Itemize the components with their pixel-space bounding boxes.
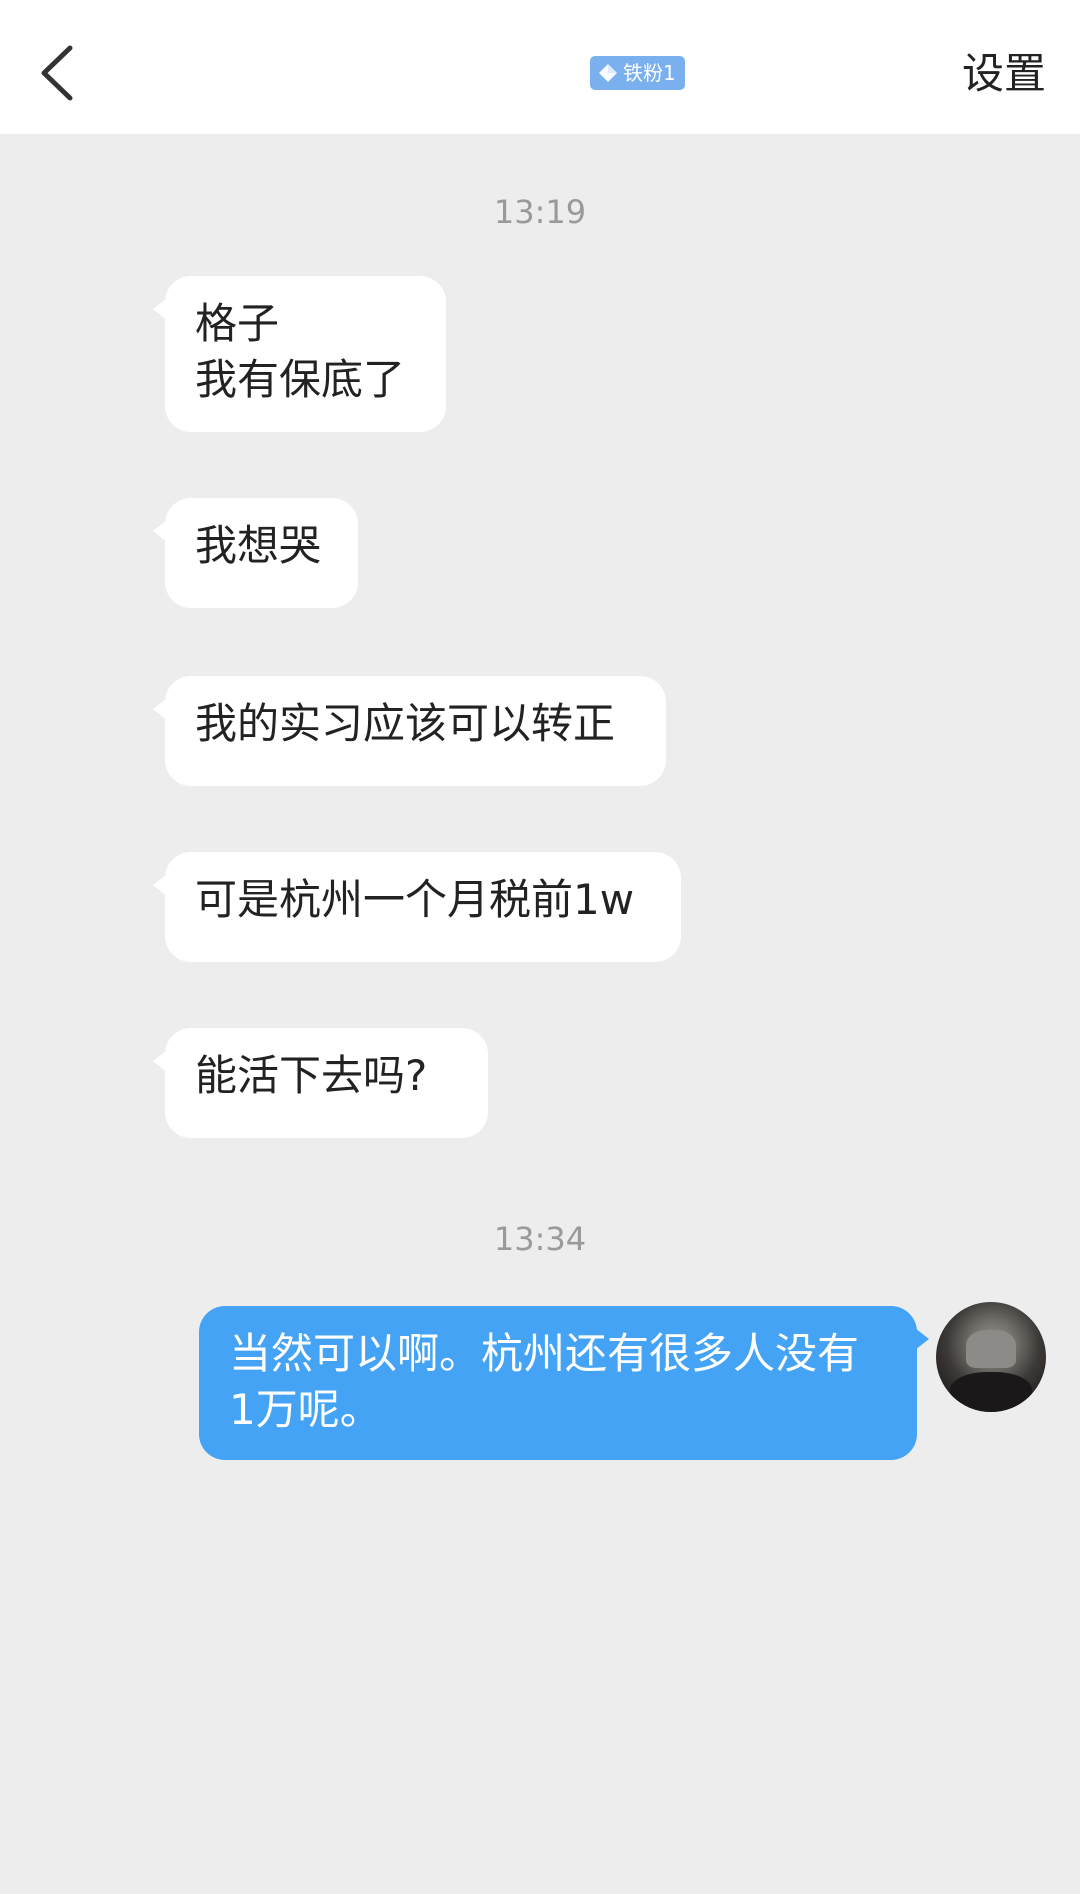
user-avatar[interactable] <box>936 1302 1046 1412</box>
incoming-message: 我的实习应该可以转正 <box>153 676 666 786</box>
incoming-message: 我想哭 <box>153 498 358 608</box>
chat-header: 铁粉1 设置 <box>0 0 1080 134</box>
outgoing-message: 当然可以啊。杭州还有很多人没有 1万呢。 <box>199 1306 929 1460</box>
badge-label: 铁粉1 <box>623 61 676 85</box>
back-button[interactable] <box>30 38 90 108</box>
incoming-message: 格子 我有保底了 <box>153 276 446 432</box>
timestamp: 13:19 <box>493 193 587 231</box>
chevron-left-icon <box>41 45 73 101</box>
incoming-message: 可是杭州一个月税前1w <box>153 852 681 962</box>
incoming-message: 能活下去吗? <box>153 1028 488 1138</box>
settings-button[interactable]: 设置 <box>962 46 1046 102</box>
diamond-icon <box>599 64 617 82</box>
timestamp: 13:34 <box>493 1220 587 1258</box>
fan-level-badge: 铁粉1 <box>590 56 685 90</box>
